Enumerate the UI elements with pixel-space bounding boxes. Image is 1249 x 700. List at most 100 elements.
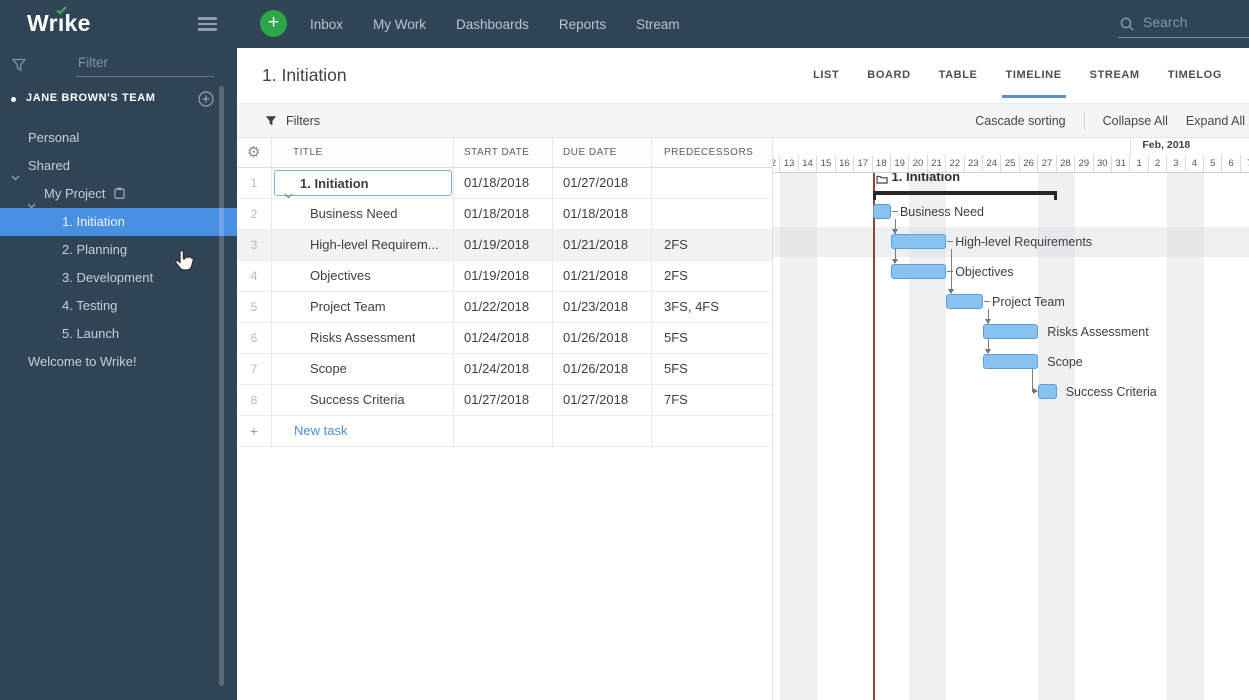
new-task-plus-icon[interactable]: + bbox=[237, 416, 272, 446]
gantt-bar-project-team[interactable] bbox=[946, 294, 984, 309]
cell-due-date[interactable]: 01/26/2018 bbox=[553, 354, 652, 384]
nav-item-reports[interactable]: Reports bbox=[559, 17, 606, 32]
add-team-item-icon[interactable] bbox=[198, 91, 214, 112]
row-number[interactable]: 1 bbox=[237, 168, 272, 198]
cell-due-date[interactable]: 01/23/2018 bbox=[553, 292, 652, 322]
cell-title[interactable]: Objectives bbox=[272, 261, 454, 291]
cell-title[interactable]: Success Criteria bbox=[272, 385, 454, 415]
cell-predecessors[interactable] bbox=[652, 199, 772, 229]
row-number[interactable]: 2 bbox=[237, 199, 272, 229]
cascade-sorting-button[interactable]: Cascade sorting bbox=[975, 114, 1065, 128]
new-task-due[interactable] bbox=[553, 416, 652, 446]
selected-cell-outline[interactable]: 1. Initiation bbox=[274, 170, 452, 198]
cell-title[interactable]: High-level Requirem... bbox=[272, 230, 454, 260]
new-task-link[interactable]: New task bbox=[272, 423, 347, 438]
tab-timelog[interactable]: TIMELOG bbox=[1168, 48, 1222, 103]
cell-title[interactable]: Risks Assessment bbox=[272, 323, 454, 353]
table-row-7[interactable]: 7 Scope 01/24/2018 01/26/2018 5FS bbox=[237, 354, 772, 385]
new-task-start[interactable] bbox=[454, 416, 553, 446]
cell-due-date[interactable]: 01/27/2018 bbox=[553, 385, 652, 415]
gantt-bar-business-need[interactable] bbox=[872, 204, 891, 219]
nav-item-dashboards[interactable]: Dashboards bbox=[456, 17, 529, 32]
team-row[interactable]: JANE BROWN'S TEAM bbox=[0, 88, 237, 112]
expand-all-button[interactable]: Expand All bbox=[1186, 114, 1245, 128]
day-cell: 14 bbox=[799, 155, 818, 172]
cell-predecessors[interactable]: 2FS bbox=[652, 261, 772, 291]
column-header-predecessors[interactable]: PREDECESSORS bbox=[652, 138, 772, 167]
cell-start-date[interactable]: 01/22/2018 bbox=[454, 292, 553, 322]
cell-start-date[interactable]: 01/18/2018 bbox=[454, 199, 553, 229]
cell-due-date[interactable]: 01/27/2018 bbox=[553, 168, 652, 198]
row-number[interactable]: 7 bbox=[237, 354, 272, 384]
tab-list[interactable]: LIST bbox=[813, 48, 839, 103]
hamburger-menu-icon[interactable] bbox=[198, 17, 217, 31]
cell-due-date[interactable]: 01/21/2018 bbox=[553, 261, 652, 291]
cell-due-date[interactable]: 01/21/2018 bbox=[553, 230, 652, 260]
cell-predecessors[interactable]: 2FS bbox=[652, 230, 772, 260]
sidebar-filter-input[interactable] bbox=[76, 52, 208, 76]
tab-timeline[interactable]: TIMELINE bbox=[1001, 48, 1066, 103]
cell-predecessors[interactable]: 7FS bbox=[652, 385, 772, 415]
table-row-1[interactable]: 1 1. Initiation 01/18/2018 01/27/2018 bbox=[237, 168, 772, 199]
wrike-logo[interactable]: Wrı ke bbox=[27, 6, 91, 37]
row-number[interactable]: 5 bbox=[237, 292, 272, 322]
table-row-2[interactable]: 2 Business Need 01/18/2018 01/18/2018 bbox=[237, 199, 772, 230]
cell-predecessors[interactable]: 5FS bbox=[652, 354, 772, 384]
cell-start-date[interactable]: 01/24/2018 bbox=[454, 354, 553, 384]
table-row-3[interactable]: 3 High-level Requirem... 01/19/2018 01/21/2… bbox=[237, 230, 772, 261]
search-box[interactable] bbox=[1118, 0, 1249, 48]
tab-board[interactable]: BOARD bbox=[867, 48, 910, 103]
cell-predecessors[interactable] bbox=[652, 168, 772, 198]
collapse-all-button[interactable]: Collapse All bbox=[1103, 114, 1168, 128]
new-task-pred[interactable] bbox=[652, 416, 772, 446]
table-settings-gear-icon[interactable]: ⚙ bbox=[237, 138, 272, 167]
table-row-8[interactable]: 8 Success Criteria 01/27/2018 01/27/2018 7FS bbox=[237, 385, 772, 416]
column-header-start-date[interactable]: START DATE bbox=[454, 138, 553, 167]
cell-title[interactable]: Scope bbox=[272, 354, 454, 384]
cell-title[interactable]: 1. Initiation bbox=[272, 168, 454, 198]
cell-title[interactable]: Business Need bbox=[272, 199, 454, 229]
cell-due-date[interactable]: 01/18/2018 bbox=[553, 199, 652, 229]
filters-button[interactable]: Filters bbox=[265, 104, 320, 137]
cell-start-date[interactable]: 01/18/2018 bbox=[454, 168, 553, 198]
gantt-bar-scope[interactable] bbox=[983, 354, 1039, 369]
nav-item-my-work[interactable]: My Work bbox=[373, 17, 426, 32]
cell-start-date[interactable]: 01/19/2018 bbox=[454, 261, 553, 291]
timeline-day-row[interactable]: 1213141516171819202122232425262728293031… bbox=[773, 155, 1249, 173]
sidebar-item-welcome-to-wrike[interactable]: Welcome to Wrike! bbox=[0, 348, 246, 376]
table-row-6[interactable]: 6 Risks Assessment 01/24/2018 01/26/2018 5FS bbox=[237, 323, 772, 354]
sidebar-item-personal[interactable]: Personal bbox=[0, 124, 246, 152]
cell-predecessors[interactable]: 5FS bbox=[652, 323, 772, 353]
expand-chevron-icon[interactable] bbox=[284, 180, 293, 198]
row-number[interactable]: 6 bbox=[237, 323, 272, 353]
row-number[interactable]: 3 bbox=[237, 230, 272, 260]
column-header-title[interactable]: TITLE bbox=[272, 138, 454, 167]
column-header-due-date[interactable]: DUE DATE bbox=[553, 138, 652, 167]
new-task-row[interactable]: + New task bbox=[237, 416, 772, 447]
sidebar-item-shared[interactable]: Shared bbox=[0, 152, 246, 181]
cell-start-date[interactable]: 01/27/2018 bbox=[454, 385, 553, 415]
new-task-cell[interactable]: New task bbox=[272, 416, 454, 446]
gantt-bar-success-criteria[interactable] bbox=[1038, 384, 1057, 399]
cell-predecessors[interactable]: 3FS, 4FS bbox=[652, 292, 772, 322]
nav-item-inbox[interactable]: Inbox bbox=[310, 17, 343, 32]
gantt-bar-objectives[interactable] bbox=[890, 264, 947, 279]
gantt-bar-risks-assessment[interactable] bbox=[983, 324, 1039, 339]
gantt-group-bracket[interactable] bbox=[872, 191, 1057, 200]
sidebar-scrollbar[interactable] bbox=[219, 86, 224, 686]
gantt-bar-high-level-requirements[interactable] bbox=[890, 234, 947, 249]
table-row-4[interactable]: 4 Objectives 01/19/2018 01/21/2018 2FS bbox=[237, 261, 772, 292]
search-input[interactable] bbox=[1141, 13, 1245, 31]
row-number[interactable]: 8 bbox=[237, 385, 272, 415]
create-new-button[interactable]: + bbox=[260, 10, 287, 37]
team-label: JANE BROWN'S TEAM bbox=[26, 92, 156, 104]
cell-due-date[interactable]: 01/26/2018 bbox=[553, 323, 652, 353]
table-row-5[interactable]: 5 Project Team 01/22/2018 01/23/2018 3FS, 4F… bbox=[237, 292, 772, 323]
cell-start-date[interactable]: 01/19/2018 bbox=[454, 230, 553, 260]
cell-title[interactable]: Project Team bbox=[272, 292, 454, 322]
tab-table[interactable]: TABLE bbox=[939, 48, 978, 103]
tab-stream[interactable]: STREAM bbox=[1090, 48, 1140, 103]
row-number[interactable]: 4 bbox=[237, 261, 272, 291]
nav-item-stream[interactable]: Stream bbox=[636, 17, 680, 32]
cell-start-date[interactable]: 01/24/2018 bbox=[454, 323, 553, 353]
